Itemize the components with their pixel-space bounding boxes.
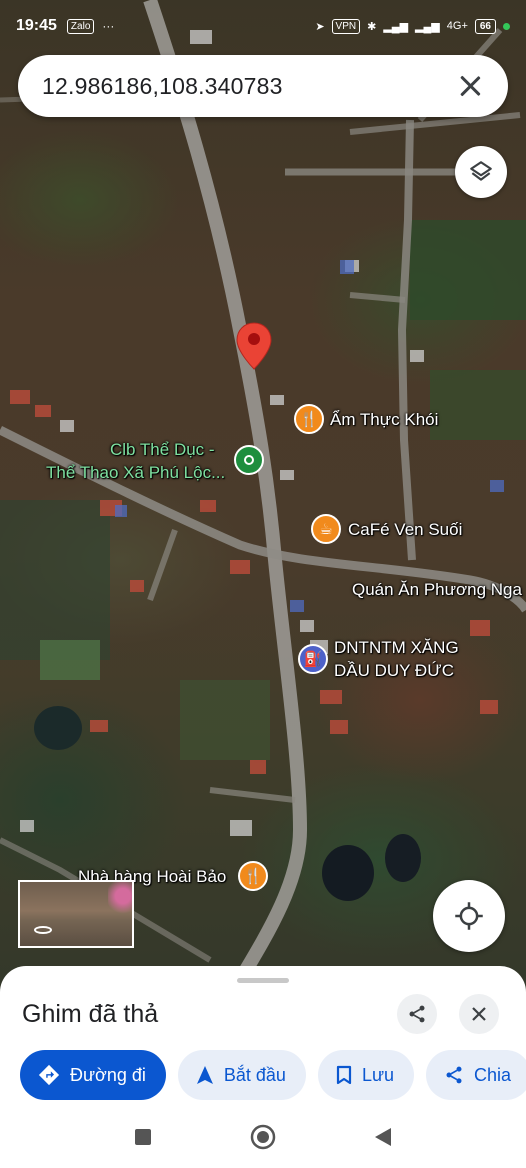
zalo-icon: Zalo <box>66 18 95 34</box>
status-bar: 19:45 Zalo ··· ➤ VPN ✱ ▂▄▆ ▂▄▆ 4G+ 66 <box>0 0 526 52</box>
save-label: Lưu <box>361 1064 395 1085</box>
park-icon[interactable] <box>234 445 264 475</box>
poi-label-am-thuc[interactable]: Ẩm Thực Khói <box>330 410 438 430</box>
search-query[interactable]: 12.986186,108.340783 <box>42 73 283 100</box>
share-button[interactable] <box>397 994 437 1034</box>
system-nav-bar <box>0 1106 526 1168</box>
start-label: Bắt đầu <box>223 1064 286 1085</box>
restaurant-icon[interactable]: 🍴 <box>294 404 324 434</box>
action-row: Đường đi Bắt đầu Lưu Chia <box>20 1050 526 1100</box>
dropped-pin-icon[interactable] <box>236 322 272 370</box>
directions-label: Đường đi <box>70 1064 146 1085</box>
share-label: Chia <box>474 1064 512 1085</box>
vpn-icon: VPN <box>331 18 361 34</box>
home-circle-icon[interactable] <box>249 1123 277 1151</box>
privacy-dot-icon <box>503 22 510 30</box>
network-type-icon: 4G+ <box>446 20 468 32</box>
directions-button[interactable]: Đường đi <box>20 1050 166 1100</box>
share-pill-button[interactable]: Chia <box>426 1050 526 1100</box>
close-icon <box>472 1007 486 1021</box>
back-triangle-icon[interactable] <box>373 1126 393 1148</box>
poi-label-clb-line2[interactable]: Thể Thao Xã Phú Lộc... <box>46 463 225 483</box>
status-time: 19:45 <box>16 17 57 34</box>
share-icon <box>409 1005 425 1023</box>
bluetooth-icon: ✱ <box>367 20 377 33</box>
thumbnail-flower <box>108 882 132 916</box>
recents-square-icon[interactable] <box>133 1127 153 1147</box>
bottom-sheet[interactable]: Ghim đã thả Đường đi Bắt đầu Lưu Chia <box>0 966 526 1106</box>
poi-label-dntn-line2[interactable]: DẦU DUY ĐỨC <box>334 661 454 681</box>
search-box[interactable]: 12.986186,108.340783 <box>18 55 508 117</box>
sheet-title: Ghim đã thả <box>22 1000 159 1028</box>
crosshair-icon <box>455 902 483 930</box>
fuel-station-icon[interactable]: ⛽ <box>298 644 328 674</box>
battery-icon: 66 <box>474 18 496 34</box>
satellite-imagery <box>0 0 526 984</box>
directions-icon <box>38 1064 60 1086</box>
cafe-icon[interactable]: ☕ <box>311 514 341 544</box>
more-notifications-icon: ··· <box>102 19 115 33</box>
restaurant-icon-2[interactable]: 🍴 <box>238 861 268 891</box>
poi-label-clb-line1[interactable]: Clb Thể Dục - <box>110 440 215 460</box>
layers-button[interactable] <box>455 146 507 198</box>
share-icon <box>444 1065 464 1085</box>
status-left-icons: Zalo ··· <box>66 18 115 34</box>
bookmark-icon <box>336 1065 352 1085</box>
sheet-drag-handle[interactable] <box>237 978 289 983</box>
layers-icon <box>470 161 492 181</box>
start-button[interactable]: Bắt đầu <box>177 1050 306 1100</box>
poi-label-cafe[interactable]: CaFé Ven Suối <box>348 520 462 540</box>
status-right-icons: ➤ VPN ✱ ▂▄▆ ▂▄▆ 4G+ 66 <box>315 18 510 34</box>
map-view[interactable]: 🍴 Ẩm Thực Khói Clb Thể Dục - Thể Thao Xã… <box>0 0 526 1000</box>
close-sheet-button[interactable] <box>459 994 499 1034</box>
my-location-button[interactable] <box>433 880 505 952</box>
street-view-rotate-icon <box>34 926 52 934</box>
location-icon: ➤ <box>315 20 325 33</box>
navigation-arrow-icon <box>196 1065 214 1085</box>
street-view-thumbnail[interactable] <box>18 880 134 948</box>
close-icon[interactable] <box>456 72 484 100</box>
save-button[interactable]: Lưu <box>317 1050 415 1100</box>
signal-icon: ▂▄▆ <box>383 20 409 33</box>
poi-label-dntn-line1[interactable]: DNTNTM XĂNG <box>334 638 459 658</box>
poi-label-quan-an[interactable]: Quán Ăn Phương Nga <box>352 580 522 600</box>
signal-icon-2: ▂▄▆ <box>415 20 440 33</box>
